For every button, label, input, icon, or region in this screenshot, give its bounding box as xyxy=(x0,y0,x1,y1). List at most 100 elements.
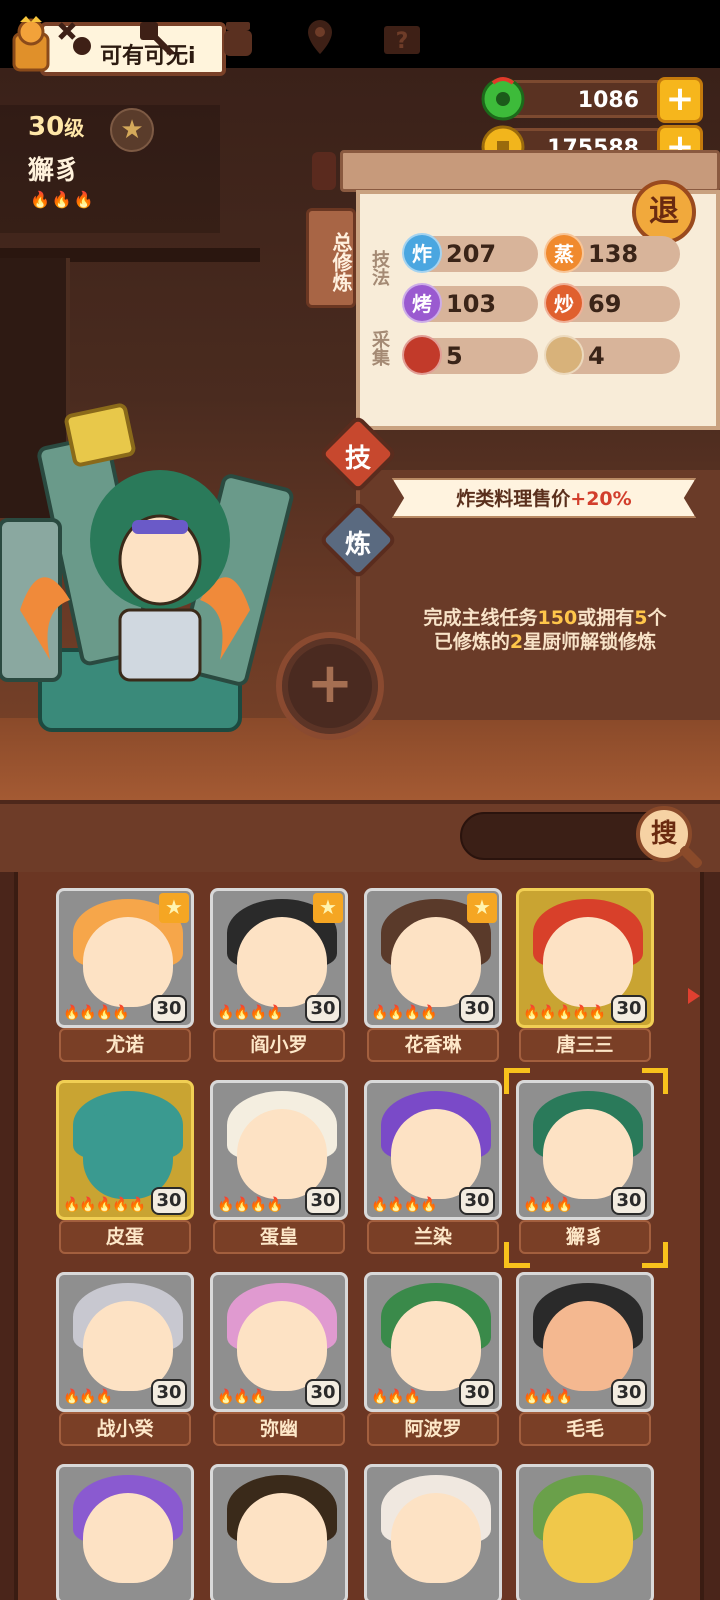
fork-spoon-icon[interactable] xyxy=(52,16,96,60)
location-icon[interactable] xyxy=(298,16,342,60)
chef-face xyxy=(237,1109,327,1199)
chef-portrait-illustration xyxy=(0,403,294,732)
skill-stirfry: 炒 69 xyxy=(544,283,680,323)
chef-name-label: 唐三三 xyxy=(519,1028,651,1062)
chef-flames: 🔥🔥🔥🔥 xyxy=(217,1005,284,1021)
chef-name-label: 獬豸 xyxy=(519,1220,651,1254)
meat-value: 5 xyxy=(446,342,463,370)
exit-button[interactable]: 退 xyxy=(632,180,696,244)
gather-flour: 4 xyxy=(544,335,680,375)
chef-card[interactable] xyxy=(364,1464,502,1600)
chef-face xyxy=(237,1301,327,1391)
chef-card[interactable]: 🔥🔥🔥 30 xyxy=(516,1080,654,1220)
roast-value: 103 xyxy=(446,290,497,318)
unlock-hint: 完成主线任务150或拥有5个 已修炼的2星厨师解锁修炼 xyxy=(423,607,667,653)
chef-card[interactable]: 🔥🔥🔥🔥🔥 30 xyxy=(516,888,654,1028)
chef-face xyxy=(543,1301,633,1391)
skills-section-label: 技法 xyxy=(369,250,390,286)
flour-icon xyxy=(544,335,584,375)
chef-level: 30 xyxy=(611,1187,647,1215)
stirfry-badge: 炒 xyxy=(544,283,584,323)
chef-level: 30 xyxy=(611,995,647,1023)
roast-badge: 烤 xyxy=(402,283,442,323)
chef-level: 30级 xyxy=(28,112,85,142)
chef-level: 30 xyxy=(459,1379,495,1407)
chef-card[interactable] xyxy=(516,1464,654,1600)
svg-text:?: ? xyxy=(396,29,409,54)
spatula-icon[interactable] xyxy=(134,16,178,60)
chef-card[interactable]: 🔥🔥🔥🔥🔥 30 xyxy=(56,1080,194,1220)
chef-name-label: 兰染 xyxy=(367,1220,499,1254)
chef-face xyxy=(391,917,481,1007)
scroll-indicator-icon xyxy=(688,988,700,1004)
skill-steam: 蒸 138 xyxy=(544,233,680,273)
chef-level: 30 xyxy=(459,995,495,1023)
chef-flames: 🔥🔥🔥🔥 xyxy=(371,1005,438,1021)
chef-name-label: 毛毛 xyxy=(519,1412,651,1446)
skill-mode-label: 技 xyxy=(344,444,371,474)
chef-level: 30 xyxy=(151,1379,187,1407)
chef-face xyxy=(83,917,173,1007)
scroll-knob xyxy=(312,152,336,190)
chef-card[interactable]: 🔥🔥🔥 30 xyxy=(364,1272,502,1412)
add-cultivation-button[interactable]: + xyxy=(276,632,384,740)
bonus-text: 炸类料理售价+20% xyxy=(456,488,632,510)
chef-card[interactable]: ★ 🔥🔥🔥🔥 30 xyxy=(56,888,194,1028)
chef-card[interactable]: 🔥🔥🔥 30 xyxy=(56,1272,194,1412)
star-upgrade-button[interactable]: ★ xyxy=(110,108,154,152)
chef-flames: 🔥🔥🔥 xyxy=(63,1389,113,1405)
refine-mode-label: 炼 xyxy=(344,530,371,560)
chef-card[interactable]: 🔥🔥🔥 30 xyxy=(210,1272,348,1412)
total-cultivation-tab[interactable]: 总修炼 xyxy=(306,208,356,308)
player-avatar-icon[interactable] xyxy=(6,14,56,76)
jade-value: 1086 xyxy=(577,88,639,113)
chef-card[interactable]: 🔥🔥🔥🔥 30 xyxy=(364,1080,502,1220)
chef-flames: 🔥🔥🔥🔥🔥 xyxy=(523,1005,606,1021)
chef-flames: 🔥🔥🔥 xyxy=(523,1197,573,1213)
gather-meat: 5 xyxy=(402,335,538,375)
help-book-icon[interactable]: ? xyxy=(380,16,424,60)
selection-corner xyxy=(504,1068,530,1094)
chef-card[interactable]: 🔥🔥🔥🔥 30 xyxy=(210,1080,348,1220)
star-icon: ★ xyxy=(159,893,189,923)
chef-flames: 🔥🔥🔥🔥 xyxy=(63,1005,130,1021)
chef-face xyxy=(543,1493,633,1583)
chef-name-label: 尤诺 xyxy=(59,1028,191,1062)
chef-level: 30 xyxy=(611,1379,647,1407)
chef-name-label: 阿波罗 xyxy=(367,1412,499,1446)
chef-face xyxy=(391,1109,481,1199)
chef-face xyxy=(391,1493,481,1583)
chef-level: 30 xyxy=(151,1187,187,1215)
chef-level: 30 xyxy=(305,995,341,1023)
chef-face xyxy=(83,1493,173,1583)
flour-value: 4 xyxy=(588,342,605,370)
selection-corner xyxy=(504,1242,530,1268)
chef-card[interactable]: ★ 🔥🔥🔥🔥 30 xyxy=(364,888,502,1028)
jade-currency: 1086 + xyxy=(481,77,703,123)
chef-name-label: 蛋皇 xyxy=(213,1220,345,1254)
star-icon: ★ xyxy=(313,893,343,923)
selection-corner xyxy=(642,1242,668,1268)
meat-icon xyxy=(402,335,442,375)
fry-value: 207 xyxy=(446,240,497,268)
stirfry-value: 69 xyxy=(588,290,622,318)
chef-face xyxy=(543,917,633,1007)
chef-card[interactable]: 🔥🔥🔥 30 xyxy=(516,1272,654,1412)
chef-card[interactable] xyxy=(56,1464,194,1600)
chef-level: 30 xyxy=(305,1187,341,1215)
skill-fry: 炸 207 xyxy=(402,233,538,273)
add-jade-button[interactable]: + xyxy=(657,77,703,123)
jar-icon[interactable] xyxy=(216,16,260,60)
chef-face xyxy=(391,1301,481,1391)
chef-flames: 🔥🔥🔥 xyxy=(371,1389,421,1405)
chef-flames: 🔥🔥🔥 xyxy=(30,190,96,209)
skill-roast: 烤 103 xyxy=(402,283,538,323)
chef-face xyxy=(83,1109,173,1199)
chef-card[interactable] xyxy=(210,1464,348,1600)
steam-badge: 蒸 xyxy=(544,233,584,273)
chef-name-label: 弥幽 xyxy=(213,1412,345,1446)
chef-face xyxy=(83,1301,173,1391)
chef-face xyxy=(237,1493,327,1583)
chef-card[interactable]: ★ 🔥🔥🔥🔥 30 xyxy=(210,888,348,1028)
chef-level: 30 xyxy=(151,995,187,1023)
